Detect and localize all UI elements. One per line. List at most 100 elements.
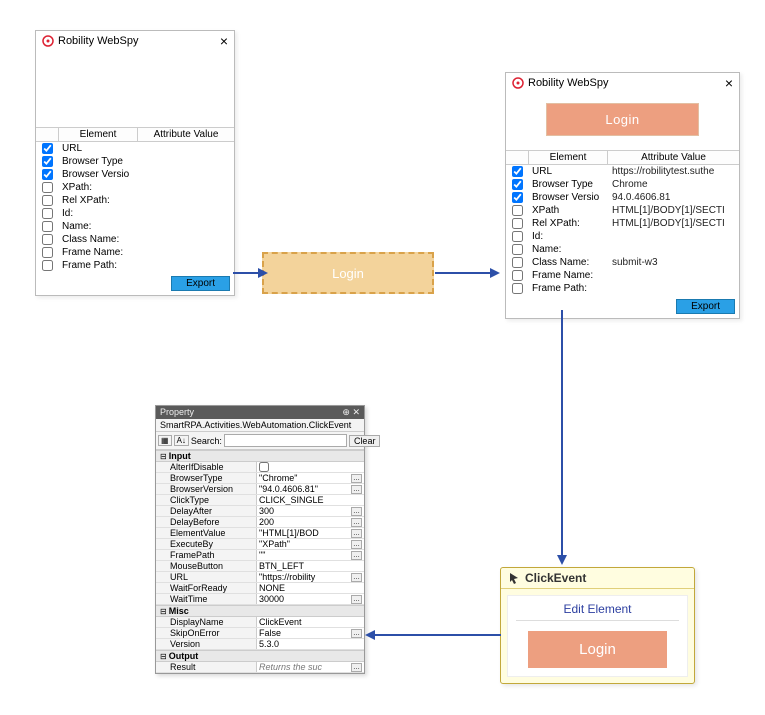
row-checkbox[interactable]: [42, 260, 53, 271]
property-value[interactable]: ClickEvent: [256, 617, 364, 627]
property-row[interactable]: Version5.3.0: [156, 639, 364, 650]
property-row[interactable]: DelayAfter300…: [156, 506, 364, 517]
property-row[interactable]: FramePath""…: [156, 550, 364, 561]
row-checkbox[interactable]: [512, 257, 523, 268]
row-checkbox[interactable]: [512, 231, 523, 242]
row-checkbox[interactable]: [512, 218, 523, 229]
row-element-name: Browser Type: [58, 155, 138, 168]
row-checkbox[interactable]: [512, 166, 523, 177]
property-value[interactable]: "Chrome"…: [256, 473, 364, 483]
property-value[interactable]: "HTML[1]/BOD…: [256, 528, 364, 538]
preview-area: [36, 51, 234, 127]
group-input[interactable]: Input: [156, 450, 364, 462]
property-row[interactable]: BrowserVersion"94.0.4606.81"…: [156, 484, 364, 495]
property-value[interactable]: "XPath"…: [256, 539, 364, 549]
row-checkbox[interactable]: [512, 192, 523, 203]
property-row[interactable]: AlterIfDisable: [156, 462, 364, 473]
close-icon[interactable]: ×: [725, 76, 733, 90]
property-value[interactable]: ""…: [256, 550, 364, 560]
property-value[interactable]: 300…: [256, 506, 364, 516]
property-row[interactable]: ResultReturns the suc…: [156, 662, 364, 673]
property-name: Result: [156, 662, 256, 672]
property-value[interactable]: 200…: [256, 517, 364, 527]
login-target-element[interactable]: Login: [262, 252, 434, 294]
property-row[interactable]: WaitTime30000…: [156, 594, 364, 605]
property-name: AlterIfDisable: [156, 462, 256, 472]
property-value[interactable]: CLICK_SINGLE: [256, 495, 364, 505]
table-row: XPathHTML[1]/BODY[1]/SECTI: [506, 204, 739, 217]
ellipsis-button[interactable]: …: [351, 518, 362, 527]
property-name: MouseButton: [156, 561, 256, 571]
row-checkbox[interactable]: [512, 205, 523, 216]
property-row[interactable]: ExecuteBy"XPath"…: [156, 539, 364, 550]
ellipsis-button[interactable]: …: [351, 573, 362, 582]
property-row[interactable]: ElementValue"HTML[1]/BOD…: [156, 528, 364, 539]
property-value[interactable]: "94.0.4606.81"…: [256, 484, 364, 494]
row-checkbox[interactable]: [512, 283, 523, 294]
property-name: URL: [156, 572, 256, 582]
row-checkbox[interactable]: [42, 208, 53, 219]
table-row: Class Name:: [36, 233, 234, 246]
property-value[interactable]: NONE: [256, 583, 364, 593]
ellipsis-button[interactable]: …: [351, 485, 362, 494]
row-checkbox[interactable]: [42, 169, 53, 180]
property-row[interactable]: DisplayNameClickEvent: [156, 617, 364, 628]
clear-button[interactable]: Clear: [349, 435, 381, 447]
ellipsis-button[interactable]: …: [351, 595, 362, 604]
row-checkbox[interactable]: [512, 270, 523, 281]
row-attribute-value: submit-w3: [608, 256, 739, 269]
property-row[interactable]: DelayBefore200…: [156, 517, 364, 528]
export-button[interactable]: Export: [676, 299, 735, 314]
ellipsis-button[interactable]: …: [351, 529, 362, 538]
row-checkbox[interactable]: [42, 143, 53, 154]
row-checkbox[interactable]: [42, 234, 53, 245]
ellipsis-button[interactable]: …: [351, 507, 362, 516]
property-row[interactable]: MouseButtonBTN_LEFT: [156, 561, 364, 572]
close-icon[interactable]: ×: [220, 34, 228, 48]
property-value[interactable]: 30000…: [256, 594, 364, 604]
titlebar: Robility WebSpy ×: [36, 31, 234, 51]
arrow-2: [435, 266, 505, 286]
clickevent-activity-card[interactable]: ClickEvent Edit Element Login: [500, 567, 695, 684]
row-checkbox[interactable]: [42, 182, 53, 193]
sort-categorized-icon[interactable]: ▦: [158, 435, 172, 446]
export-button[interactable]: Export: [171, 276, 230, 291]
row-checkbox[interactable]: [42, 247, 53, 258]
property-value[interactable]: BTN_LEFT: [256, 561, 364, 571]
group-misc[interactable]: Misc: [156, 605, 364, 617]
property-name: SkipOnError: [156, 628, 256, 638]
property-row[interactable]: ClickTypeCLICK_SINGLE: [156, 495, 364, 506]
row-checkbox[interactable]: [512, 244, 523, 255]
row-attribute-value: https://robilitytest.suthe: [608, 165, 739, 178]
panel-controls-icon[interactable]: ⊕ ✕: [342, 407, 360, 418]
property-value[interactable]: 5.3.0: [256, 639, 364, 649]
ellipsis-button[interactable]: …: [351, 663, 362, 672]
table-row: Browser Type: [36, 155, 234, 168]
property-value[interactable]: [256, 462, 364, 472]
group-output[interactable]: Output: [156, 650, 364, 662]
search-input[interactable]: [224, 434, 347, 447]
ellipsis-button[interactable]: …: [351, 551, 362, 560]
row-checkbox[interactable]: [42, 156, 53, 167]
property-value[interactable]: Returns the suc…: [256, 662, 364, 672]
table-row: URL: [36, 142, 234, 155]
row-element-name: Class Name:: [528, 256, 608, 269]
ellipsis-button[interactable]: …: [351, 474, 362, 483]
property-row[interactable]: BrowserType"Chrome"…: [156, 473, 364, 484]
webspy-window-empty: Robility WebSpy × Element Attribute Valu…: [35, 30, 235, 296]
sort-alpha-icon[interactable]: A↓: [174, 435, 189, 446]
row-checkbox[interactable]: [42, 221, 53, 232]
row-attribute-value: 94.0.4606.81: [608, 191, 739, 204]
property-row[interactable]: SkipOnErrorFalse…: [156, 628, 364, 639]
property-row[interactable]: URL"https://robility…: [156, 572, 364, 583]
ellipsis-button[interactable]: …: [351, 540, 362, 549]
property-checkbox[interactable]: [259, 462, 269, 472]
edit-element-link[interactable]: Edit Element: [516, 600, 679, 621]
row-checkbox[interactable]: [512, 179, 523, 190]
row-checkbox[interactable]: [42, 195, 53, 206]
property-value[interactable]: "https://robility…: [256, 572, 364, 582]
property-row[interactable]: WaitForReadyNONE: [156, 583, 364, 594]
table-row: Browser TypeChrome: [506, 178, 739, 191]
ellipsis-button[interactable]: …: [351, 629, 362, 638]
property-value[interactable]: False…: [256, 628, 364, 638]
